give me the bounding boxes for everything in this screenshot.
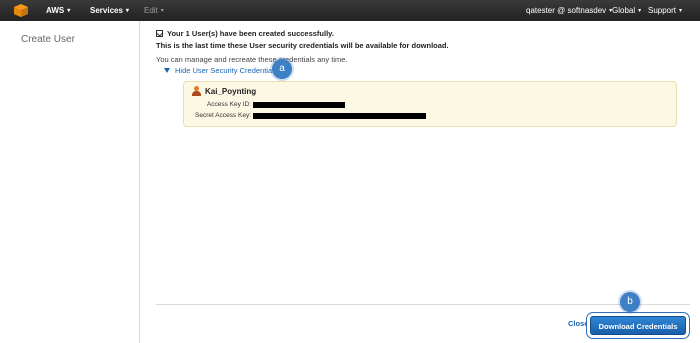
access-key-label: Access Key ID:	[206, 101, 251, 108]
account-menu[interactable]: qatester @ softnasdev ▾	[526, 0, 612, 21]
access-key-redacted	[253, 102, 345, 108]
hide-credentials-link[interactable]: Hide User Security Credentials	[164, 66, 278, 75]
region-menu-label: Global	[612, 6, 636, 15]
hide-credentials-label: Hide User Security Credentials	[175, 66, 278, 75]
aws-menu-label: AWS	[46, 6, 65, 15]
callout-marker-b: b	[620, 292, 640, 312]
user-name: Kai_Poynting	[205, 86, 257, 96]
services-menu-label: Services	[90, 6, 123, 15]
page-title: Create User	[21, 34, 75, 45]
chevron-down-icon: ▾	[125, 8, 129, 14]
checkmark-icon	[156, 30, 163, 37]
edit-menu-label: Edit	[144, 6, 158, 15]
warning-text: This is the last time these User securit…	[156, 41, 449, 50]
services-menu[interactable]: Services ▾	[90, 0, 129, 21]
user-row: Kai_Poynting	[192, 86, 256, 96]
top-nav-bar: AWS ▾ Services ▾ Edit ▾ qatester @ softnasd…	[0, 0, 700, 21]
secret-key-redacted	[253, 113, 426, 119]
aws-cube-icon[interactable]	[14, 4, 28, 17]
support-menu-label: Support	[648, 6, 677, 15]
user-icon	[192, 86, 201, 96]
support-menu[interactable]: Support ▾	[648, 0, 682, 21]
callout-marker-a: a	[272, 59, 292, 79]
footer-divider	[156, 304, 690, 305]
triangle-down-icon	[164, 68, 170, 73]
region-menu[interactable]: Global ▾	[612, 0, 641, 21]
manage-text: You can manage and recreate these creden…	[156, 55, 348, 64]
panel-divider	[139, 21, 140, 343]
chevron-down-icon: ▾	[67, 8, 71, 14]
download-credentials-button[interactable]: Download Credentials	[590, 316, 686, 335]
chevron-down-icon: ▾	[160, 8, 164, 14]
close-link[interactable]: Close	[568, 319, 588, 328]
success-message: Your 1 User(s) have been created success…	[156, 29, 334, 38]
success-text: Your 1 User(s) have been created success…	[167, 29, 334, 38]
chevron-down-icon: ▾	[679, 8, 683, 14]
account-menu-label: qatester @ softnasdev	[526, 6, 607, 15]
chevron-down-icon: ▾	[638, 8, 642, 14]
credentials-panel: Kai_Poynting Access Key ID: Secret Acces…	[183, 81, 677, 127]
edit-menu[interactable]: Edit ▾	[144, 0, 164, 21]
secret-key-label: Secret Access Key:	[195, 112, 251, 119]
aws-menu[interactable]: AWS ▾	[46, 0, 70, 21]
